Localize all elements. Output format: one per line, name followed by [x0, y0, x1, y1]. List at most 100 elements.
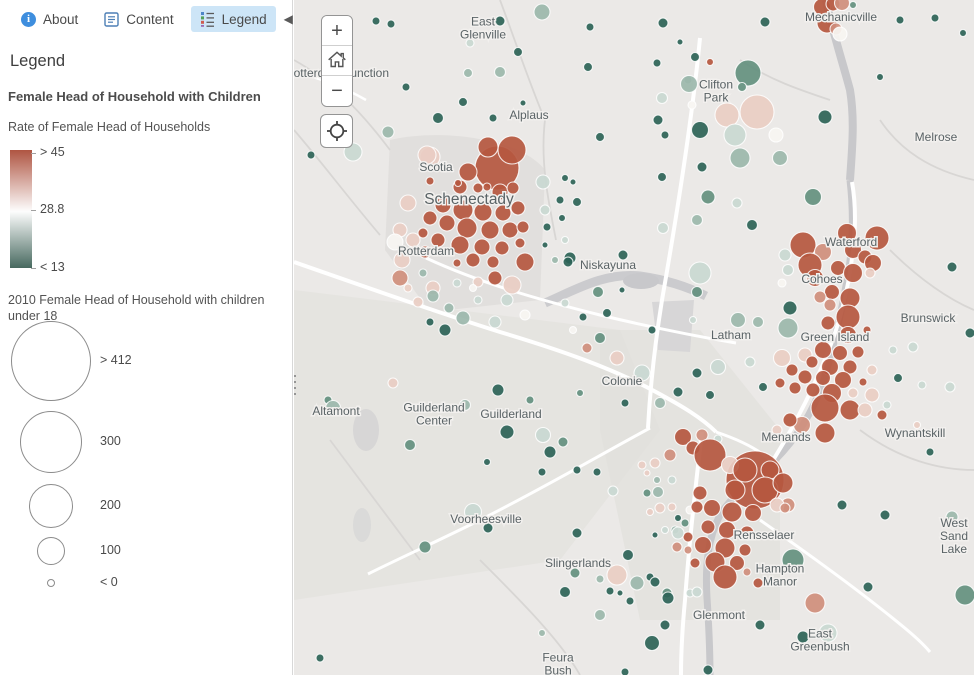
- map-canvas[interactable]: EastGlenvilleMechanicvilleRotterdam Junc…: [294, 0, 974, 675]
- map-bubble[interactable]: [732, 198, 742, 208]
- map-bubble[interactable]: [693, 486, 707, 500]
- map-bubble[interactable]: [561, 299, 569, 307]
- map-bubble[interactable]: [692, 215, 703, 226]
- map-bubble[interactable]: [692, 122, 709, 139]
- map-bubble[interactable]: [459, 163, 477, 181]
- map-bubble[interactable]: [439, 324, 451, 336]
- map-bubble[interactable]: [689, 262, 711, 284]
- map-bubble[interactable]: [595, 610, 606, 621]
- map-bubble[interactable]: [544, 446, 556, 458]
- map-bubble[interactable]: [852, 346, 864, 358]
- map-bubble[interactable]: [955, 585, 974, 605]
- map-bubble[interactable]: [747, 220, 758, 231]
- map-bubble[interactable]: [453, 279, 461, 287]
- map-bubble[interactable]: [456, 311, 470, 325]
- map-bubble[interactable]: [883, 401, 891, 409]
- map-bubble[interactable]: [815, 342, 832, 359]
- map-bubble[interactable]: [495, 67, 506, 78]
- map-bubble[interactable]: [655, 398, 666, 409]
- map-bubble[interactable]: [692, 368, 702, 378]
- map-bubble[interactable]: [562, 237, 569, 244]
- map-bubble[interactable]: [526, 396, 534, 404]
- map-bubble[interactable]: [805, 189, 822, 206]
- map-bubble[interactable]: [814, 291, 826, 303]
- map-bubble[interactable]: [965, 328, 974, 338]
- map-bubble[interactable]: [773, 473, 793, 493]
- map-bubble[interactable]: [789, 382, 801, 394]
- map-bubble[interactable]: [947, 262, 957, 272]
- map-bubble[interactable]: [498, 136, 526, 164]
- map-bubble[interactable]: [474, 239, 490, 255]
- map-bubble[interactable]: [867, 365, 877, 375]
- map-bubble[interactable]: [492, 384, 504, 396]
- map-bubble[interactable]: [844, 264, 863, 283]
- map-bubble[interactable]: [664, 449, 676, 461]
- map-bubble[interactable]: [638, 461, 646, 469]
- map-bubble[interactable]: [707, 59, 714, 66]
- map-bubble[interactable]: [692, 587, 702, 597]
- map-bubble[interactable]: [572, 528, 582, 538]
- map-bubble[interactable]: [630, 576, 644, 590]
- map-bubble[interactable]: [753, 317, 764, 328]
- map-bubble[interactable]: [648, 326, 656, 334]
- map-bubble[interactable]: [536, 428, 551, 443]
- map-bubble[interactable]: [821, 316, 835, 330]
- map-bubble[interactable]: [619, 287, 625, 293]
- tab-about[interactable]: i About: [12, 7, 87, 32]
- map-bubble[interactable]: [865, 388, 879, 402]
- map-bubble[interactable]: [426, 318, 434, 326]
- map-bubble[interactable]: [880, 510, 890, 520]
- map-bubble[interactable]: [577, 390, 584, 397]
- map-bubble[interactable]: [372, 17, 380, 25]
- map-bubble[interactable]: [543, 223, 551, 231]
- map-bubble[interactable]: [818, 110, 832, 124]
- map-bubble[interactable]: [500, 425, 514, 439]
- tab-legend[interactable]: Legend: [191, 6, 276, 32]
- map-bubble[interactable]: [542, 242, 548, 248]
- map-bubble[interactable]: [419, 269, 427, 277]
- map-bubble[interactable]: [740, 95, 774, 129]
- map-bubble[interactable]: [733, 458, 757, 482]
- map-bubble[interactable]: [658, 223, 669, 234]
- map-bubble[interactable]: [711, 360, 726, 375]
- map-bubble[interactable]: [570, 327, 577, 334]
- map-bubble[interactable]: [805, 593, 825, 613]
- map-bubble[interactable]: [501, 294, 513, 306]
- map-bubble[interactable]: [539, 630, 546, 637]
- map-bubble[interactable]: [837, 500, 847, 510]
- map-bubble[interactable]: [457, 218, 477, 238]
- map-bubble[interactable]: [695, 537, 712, 554]
- map-bubble[interactable]: [387, 20, 395, 28]
- map-bubble[interactable]: [840, 400, 860, 420]
- map-bubble[interactable]: [621, 399, 629, 407]
- map-bubble[interactable]: [573, 466, 581, 474]
- map-bubble[interactable]: [593, 287, 604, 298]
- map-bubble[interactable]: [596, 575, 604, 583]
- map-bubble[interactable]: [918, 381, 926, 389]
- map-bubble[interactable]: [877, 74, 884, 81]
- zoom-out-button[interactable]: −: [322, 76, 352, 106]
- map-bubble[interactable]: [433, 113, 444, 124]
- map-bubble[interactable]: [400, 195, 416, 211]
- map-bubble[interactable]: [931, 14, 939, 22]
- map-bubble[interactable]: [738, 83, 747, 92]
- map-bubble[interactable]: [960, 30, 967, 37]
- map-bubble[interactable]: [502, 222, 518, 238]
- map-bubble[interactable]: [483, 183, 491, 191]
- map-bubble[interactable]: [647, 509, 654, 516]
- map-bubble[interactable]: [848, 388, 858, 398]
- map-bubble[interactable]: [783, 301, 797, 315]
- map-bubble[interactable]: [573, 198, 582, 207]
- map-bubble[interactable]: [778, 279, 786, 287]
- map-bubble[interactable]: [652, 532, 658, 538]
- map-bubble[interactable]: [824, 299, 836, 311]
- map-bubble[interactable]: [662, 527, 669, 534]
- map-bubble[interactable]: [626, 597, 634, 605]
- map-bubble[interactable]: [701, 190, 715, 204]
- map-bubble[interactable]: [701, 520, 715, 534]
- zoom-in-button[interactable]: +: [322, 16, 352, 46]
- map-bubble[interactable]: [815, 423, 835, 443]
- map-bubble[interactable]: [418, 228, 428, 238]
- map-bubble[interactable]: [724, 124, 746, 146]
- map-bubble[interactable]: [405, 440, 416, 451]
